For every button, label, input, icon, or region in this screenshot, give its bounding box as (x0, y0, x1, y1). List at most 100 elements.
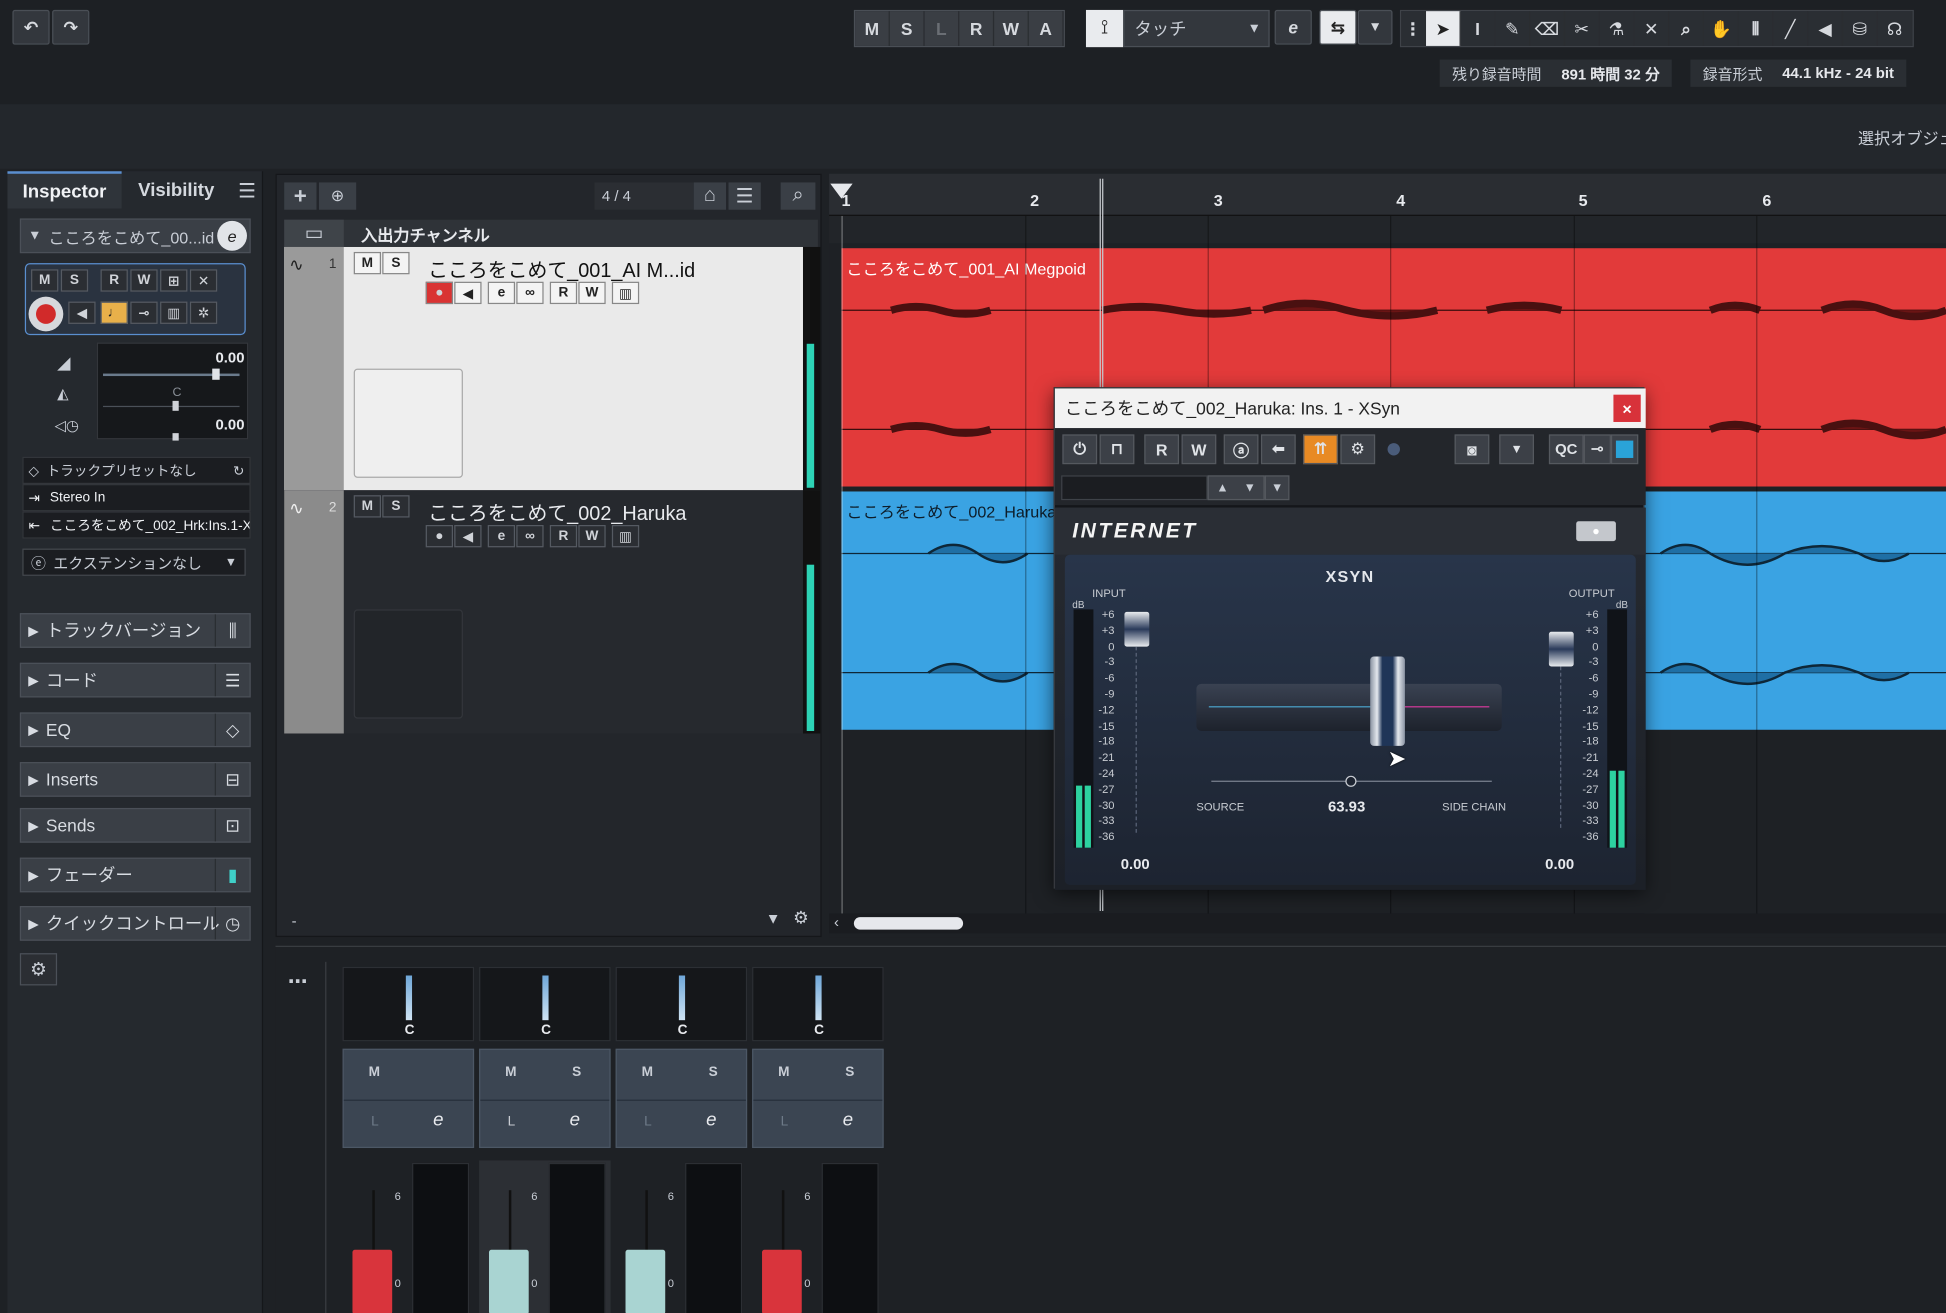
automation-s-button[interactable]: S (889, 11, 925, 46)
track-lanes-button[interactable]: ▥ (611, 524, 640, 548)
speaker-tool-icon[interactable]: ◀ (1808, 11, 1844, 46)
lanes-display-icon[interactable]: ▥ (160, 301, 188, 324)
inspector-menu-icon[interactable]: ☰ (238, 179, 256, 204)
track-record-button[interactable]: ● (425, 524, 454, 548)
color-tool-icon[interactable]: ⛁ (1843, 11, 1878, 46)
track-mute-button[interactable]: M (353, 251, 382, 275)
redo-button[interactable]: ↷ (52, 9, 90, 45)
track-monitor-button[interactable]: ◀ (454, 281, 482, 305)
automation-m-button[interactable]: M (855, 11, 890, 46)
range-tool-icon[interactable]: I (1460, 11, 1496, 46)
scrollbar-thumb[interactable] (853, 917, 964, 930)
zoom-tool-icon[interactable]: ⌕ (1669, 11, 1705, 46)
track-write-button[interactable]: W (578, 281, 606, 305)
glue-tool-icon[interactable]: ⚗ (1599, 11, 1635, 46)
fader-handle[interactable] (488, 1249, 529, 1313)
plugin-settings-button[interactable]: ⚙ (1340, 434, 1376, 465)
ellipsis-icon[interactable]: ⋯ (288, 969, 308, 994)
visibility-agent-button[interactable]: ⌂ (693, 182, 727, 210)
edit-instrument-button[interactable]: e (1274, 9, 1312, 45)
track-name[interactable]: こころをこめて_002_Haruka (428, 496, 686, 526)
pan-control[interactable]: C (752, 966, 884, 1042)
mute-tool-icon[interactable]: ✕ (1634, 11, 1670, 46)
deactivate-button[interactable]: ⊓ (1099, 434, 1135, 465)
delay-handle[interactable] (172, 433, 179, 441)
mixer-solo-button[interactable]: S (845, 1065, 854, 1080)
track-name[interactable]: こころをこめて_001_AI M...id (428, 253, 695, 283)
input-gain-fader[interactable] (1124, 611, 1150, 647)
ruler[interactable]: 1 2 3 4 5 6 (829, 173, 1946, 216)
preset-stepper[interactable]: ▲ ▼ (1207, 475, 1265, 501)
lanes-icon[interactable]: ⊞ (160, 269, 188, 292)
mixer-listen-button[interactable]: L (644, 1115, 652, 1130)
plugin-titlebar[interactable]: こころをこめて_002_Haruka: Ins. 1 - XSyn × (1054, 388, 1646, 429)
mixer-solo-button[interactable]: S (572, 1065, 581, 1080)
pan-control[interactable]: C (615, 966, 748, 1042)
mixer-mute-button[interactable]: M (778, 1065, 789, 1080)
chevron-down-icon[interactable]: ▼ (766, 910, 781, 927)
mute-button[interactable]: M (31, 269, 59, 292)
pan-slider[interactable] (103, 405, 240, 408)
comb-tool-icon[interactable]: ⫴ (1738, 11, 1774, 46)
solo-button[interactable]: S (60, 269, 89, 292)
mixer-edit-button[interactable]: e (570, 1110, 580, 1131)
fader-handle[interactable] (352, 1249, 393, 1313)
chevron-left-icon[interactable]: ‹ (834, 913, 839, 930)
section-inserts[interactable]: ▶ Inserts ⊟ (19, 762, 251, 797)
section-fader[interactable]: ▶ フェーダー ▮ (19, 857, 251, 893)
hand-tool-icon[interactable]: ✋ (1704, 11, 1739, 46)
crossfader-knob[interactable] (1370, 656, 1405, 746)
mixer-mute-button[interactable]: M (505, 1065, 516, 1080)
snapshot-button[interactable]: ◙ (1454, 434, 1490, 465)
tab-visibility[interactable]: Visibility (124, 171, 228, 208)
track-link-button[interactable]: ∞ (516, 524, 544, 548)
track-write-button[interactable]: W (578, 524, 606, 548)
preset-field[interactable] (1061, 475, 1208, 501)
horizontal-scrollbar[interactable]: ‹ (829, 913, 1946, 934)
draw-tool-icon[interactable]: ✎ (1495, 11, 1531, 46)
lock-icon[interactable]: ⊸ (130, 301, 158, 324)
undo-button[interactable]: ↶ (12, 9, 50, 45)
tab-inspector[interactable]: Inspector (7, 171, 122, 209)
close-button[interactable]: × (1613, 394, 1641, 422)
write-automation-button[interactable]: W (1181, 434, 1217, 465)
automation-mode-select[interactable]: タッチ ▼ (1123, 9, 1270, 48)
fader-handle[interactable] (625, 1249, 666, 1313)
extension-select[interactable]: ⓔ エクステンションなし ▼ (22, 548, 246, 576)
mixer-listen-button[interactable]: L (781, 1115, 789, 1130)
track-edit-button[interactable]: e (487, 281, 516, 305)
track-edit-button[interactable]: e (487, 524, 516, 548)
add-track-template-button[interactable]: ⊕ (318, 182, 357, 210)
refresh-icon[interactable]: ↻ (233, 462, 244, 479)
bypass-button[interactable]: ⏻ (1062, 434, 1098, 465)
mixer-mute-button[interactable]: M (369, 1065, 380, 1080)
track-list-menu-button[interactable]: ☰ (728, 182, 761, 210)
preset-menu-button[interactable]: ▼ (1264, 475, 1290, 501)
read-button[interactable]: R (100, 269, 128, 292)
timebase-icon[interactable]: ♩ (100, 301, 128, 324)
headphones-icon[interactable]: ☊ (1877, 11, 1913, 46)
snapshot-menu-button[interactable]: ▼ (1499, 434, 1534, 465)
section-quick-controls[interactable]: ▶ クイックコントロール ◷ (19, 906, 251, 941)
mixer-solo-button[interactable]: S (709, 1065, 718, 1080)
snap-button[interactable]: ⇆ (1319, 9, 1357, 45)
mixer-edit-button[interactable]: e (433, 1110, 443, 1131)
track-record-button[interactable]: ● (425, 281, 454, 305)
inspector-track-header[interactable]: ▼ こころをこめて_00...id e (19, 218, 251, 254)
automation-a-button[interactable]: A (1028, 11, 1064, 46)
track-preset-field[interactable]: ◇ トラックプリセットなし ↻ (22, 456, 251, 485)
track-link-button[interactable]: ∞ (516, 281, 544, 305)
track-solo-button[interactable]: S (382, 251, 410, 275)
edit-channel-icon[interactable]: e (217, 220, 247, 251)
track-read-button[interactable]: R (549, 524, 578, 548)
crossfader-track[interactable] (1196, 683, 1502, 732)
plugin-light-button[interactable]: ● (1576, 521, 1616, 542)
track-row[interactable]: ∿ 2 M S こころをこめて_002_Haruka ● ◀ e ∞ R W ▥ (284, 490, 803, 734)
track-monitor-button[interactable]: ◀ (454, 524, 482, 548)
lock-button[interactable]: ⊸ (1583, 434, 1611, 465)
project-start-marker-icon[interactable] (830, 183, 853, 199)
snap-mode-dropdown[interactable]: ▼ (1357, 9, 1393, 45)
track-mute-button[interactable]: M (353, 495, 382, 518)
freeze-icon[interactable]: ✕ (189, 269, 218, 292)
add-track-button[interactable]: + (284, 182, 317, 210)
